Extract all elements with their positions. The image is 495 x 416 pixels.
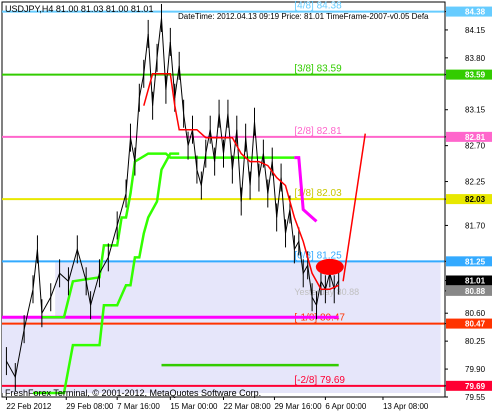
- axis-badge-text-6: 80.88: [465, 287, 486, 296]
- price-tick-label-13: 80.60: [465, 309, 486, 318]
- axis-badge-text-5: 81.01: [465, 276, 486, 285]
- axis-badge-text-1: 83.59: [465, 71, 486, 80]
- info-header: DateTime: 2012.04.13 09:19 Price: 81.01 …: [178, 12, 429, 21]
- axis-badge-text-7: 80.47: [465, 320, 486, 329]
- axis-badge-text-3: 82.03: [465, 195, 486, 204]
- symbol-header: USDJPY,H4 81.00 81.03 81.00 81.01: [5, 4, 153, 14]
- date-tick-label-7: 13 Apr 08:00: [383, 402, 429, 411]
- price-tick-label-6: 82.70: [465, 142, 486, 151]
- price-tick-label-1: 84.15: [465, 26, 486, 35]
- date-tick-label-4: 22 Mar 08:00: [224, 402, 272, 411]
- lavender-zone-left: [2, 317, 441, 394]
- yesterday-label: Yesterday 80.88: [294, 287, 359, 297]
- date-tick-label-2: 7 Mar 16:00: [117, 402, 160, 411]
- murrey-label-1: [3/8] 83.59: [294, 64, 342, 75]
- price-tick-label-16: 79.90: [465, 365, 486, 374]
- copyright-text: FreshForex Terminal, © 2001-2012, MetaQu…: [5, 388, 261, 398]
- axis-badge-text-4: 81.25: [465, 257, 486, 266]
- date-tick-label-0: 22 Feb 2012: [6, 402, 51, 411]
- price-tick-label-15: 80.25: [465, 337, 486, 346]
- highlight-ellipse: [315, 258, 344, 275]
- murrey-label-6: [-2/8] 79.69: [294, 375, 345, 386]
- price-tick-label-7: 82.25: [465, 178, 486, 187]
- date-tick-label-3: 15 Mar 00:00: [170, 402, 218, 411]
- date-tick-label-6: 6 Apr 00:00: [325, 402, 366, 411]
- price-tick-label-2: 83.80: [465, 54, 486, 63]
- murrey-label-2: [2/8] 82.81: [294, 126, 342, 137]
- chart-container: [4/8] 84.38 [3/8] 83.59 [2/8] 82.81 [1/8] 8…: [0, 0, 495, 416]
- price-chart: [4/8] 84.38[3/8] 83.59[2/8] 82.81[1/8] 8…: [1, 1, 492, 411]
- murrey-label-0: [4/8] 84.38: [294, 1, 342, 12]
- axis-badge-text-0: 84.38: [465, 8, 486, 17]
- price-tick-label-9: 81.70: [465, 221, 486, 230]
- price-tick-label-4: 83.15: [465, 106, 486, 115]
- price-tick-label-18: 79.55: [465, 393, 486, 402]
- axis-badge-text-2: 82.81: [465, 133, 486, 142]
- axis-badge-text-8: 79.69: [465, 382, 486, 391]
- date-tick-label-1: 29 Feb 08:00: [66, 402, 114, 411]
- date-tick-label-5: 29 Mar 16:00: [274, 402, 322, 411]
